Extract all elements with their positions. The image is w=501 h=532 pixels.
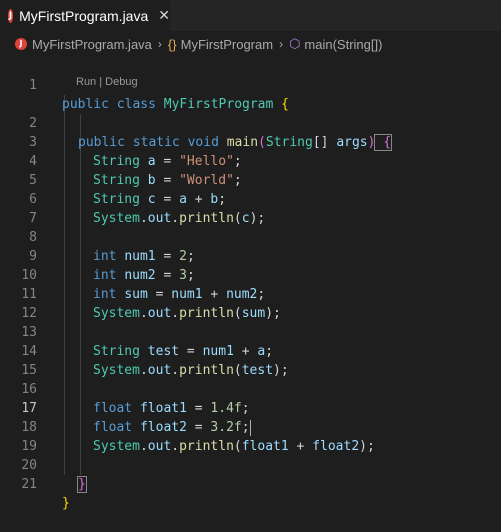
codelens: Run | Debug [76, 76, 138, 95]
breadcrumb-class-label: MyFirstProgram [180, 36, 274, 52]
code-line: 8 int num1 = 2; [0, 209, 501, 264]
breadcrumb-method[interactable]: ⬡ main(String[]) [289, 36, 382, 52]
code-line: 7 [0, 190, 501, 226]
code-line: 9 int num2 = 3; [0, 228, 501, 283]
code-line: 15 [0, 342, 501, 378]
code-line: 4 String b = "World"; [0, 133, 501, 188]
tab-label: MyFirstProgram.java [19, 7, 149, 24]
code-text: } [62, 496, 70, 511]
code-line: 1 public class MyFirstProgram { [0, 57, 501, 112]
code-line-active: 17 float float2 = 3.2f; [0, 380, 501, 436]
code-line: 18 System.out.println(float1 + float2); [0, 399, 501, 454]
line-number: 1 [29, 78, 37, 93]
matched-bracket: } [77, 476, 87, 493]
chevron-right-icon: › [279, 37, 284, 51]
class-icon: {} [167, 36, 177, 52]
code-line: 12 [0, 285, 501, 321]
line-number: 21 [21, 477, 37, 492]
code-line: 10 int sum = num1 + num2; [0, 247, 501, 302]
breadcrumb: J MyFirstProgram.java › {} MyFirstProgra… [0, 31, 501, 57]
method-icon: ⬡ [289, 36, 301, 51]
code-line: 19 [0, 418, 501, 454]
code-line: 16 float float1 = 1.4f; [0, 361, 501, 416]
code-line: 14 System.out.println(test); [0, 323, 501, 378]
editor-tab-bar: J MyFirstProgram.java ✕ [0, 0, 501, 31]
code-line: 21 } [0, 456, 501, 511]
breadcrumb-class[interactable]: {} MyFirstProgram [168, 37, 273, 52]
code-line: 6 System.out.println(c); [0, 171, 501, 226]
code-line: 20 } [0, 437, 501, 493]
run-codelens[interactable]: Run [76, 76, 96, 88]
code-text: } [77, 475, 87, 494]
java-file-icon: J [8, 8, 14, 23]
breadcrumb-file[interactable]: J MyFirstProgram.java [15, 37, 152, 52]
codelens-separator: | [96, 76, 106, 88]
debug-codelens[interactable]: Debug [105, 76, 137, 88]
code-line: 13 String test = num1 + a; [0, 304, 501, 359]
code-line: 11 System.out.println(sum); [0, 266, 501, 321]
code-line: 3 String a = "Hello"; [0, 114, 501, 169]
code-editor[interactable]: 1 public class MyFirstProgram { Run | De… [0, 57, 501, 511]
breadcrumb-method-label: main(String[]) [304, 36, 383, 52]
breadcrumb-file-label: MyFirstProgram.java [32, 36, 152, 52]
tab-myfirstprogram[interactable]: J MyFirstProgram.java ✕ [0, 0, 170, 31]
close-icon[interactable]: ✕ [158, 8, 170, 24]
chevron-right-icon: › [157, 37, 162, 51]
code-line: 2 public static void main(String[] args)… [0, 95, 501, 151]
code-line: 5 String c = a + b; [0, 152, 501, 207]
java-file-icon: J [15, 38, 27, 50]
